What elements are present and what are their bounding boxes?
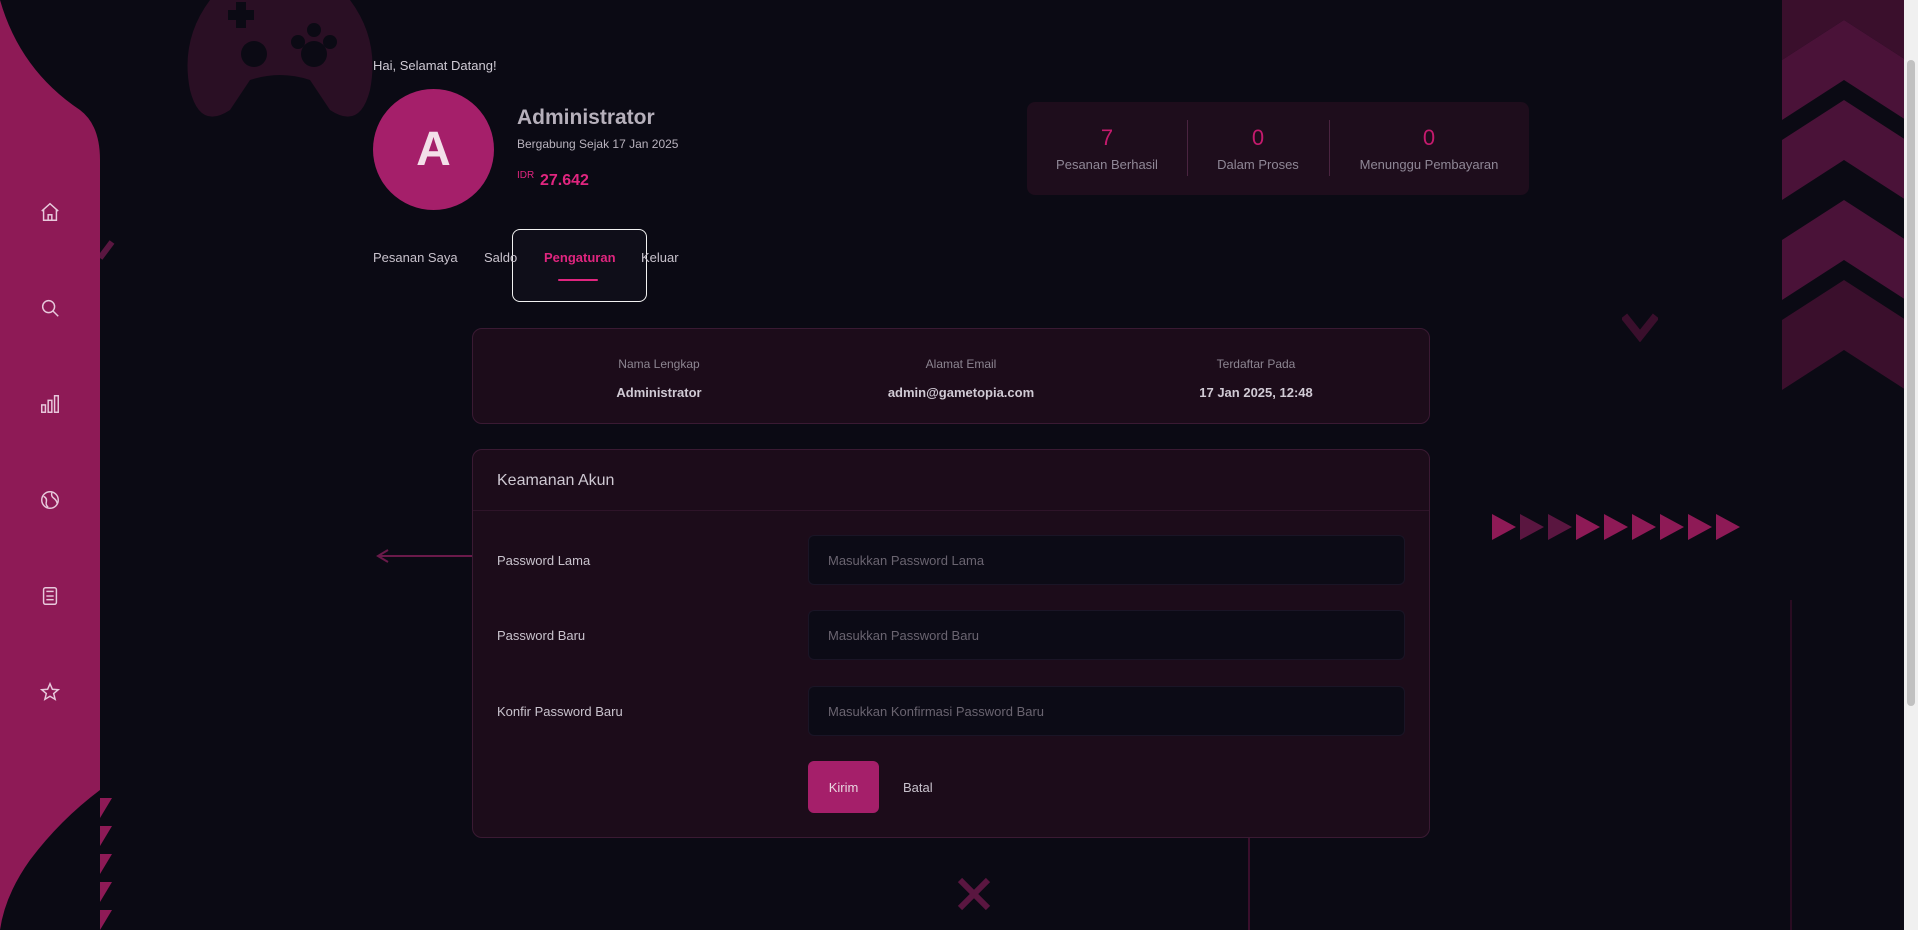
stat-value: 0 bbox=[1422, 125, 1436, 150]
nav-search-icon[interactable] bbox=[34, 292, 66, 324]
tab-balance[interactable]: Saldo bbox=[484, 250, 517, 265]
sidebar bbox=[0, 0, 100, 930]
info-registered-at: Terdaftar Pada 17 Jan 2025, 12:48 bbox=[1126, 357, 1386, 400]
stat-label: Pesanan Berhasil bbox=[1056, 157, 1158, 172]
section-title: Keamanan Akun bbox=[497, 472, 615, 489]
nav-globe-icon[interactable] bbox=[34, 484, 66, 516]
sidebar-background bbox=[0, 0, 100, 930]
avatar: A bbox=[373, 89, 494, 210]
triangle-row-decoration-icon bbox=[1492, 514, 1740, 540]
tab-logout[interactable]: Keluar bbox=[641, 250, 679, 265]
balance-value: 27.642 bbox=[540, 172, 589, 189]
new-password-label: Password Baru bbox=[497, 628, 586, 643]
info-full-name: Nama Lengkap Administrator bbox=[529, 357, 789, 400]
joined-date: Bergabung Sejak 17 Jan 2025 bbox=[517, 137, 679, 151]
account-info-card: Nama Lengkap Administrator Alamat Email … bbox=[472, 328, 1430, 424]
cross-decoration-icon bbox=[957, 877, 991, 911]
confirm-password-label: Konfir Password Baru bbox=[497, 704, 623, 719]
nav-calculator-icon[interactable] bbox=[34, 580, 66, 612]
info-value: admin@gametopia.com bbox=[887, 385, 1035, 400]
stat-in-process: 0 Dalam Proses bbox=[1187, 102, 1329, 195]
cancel-button[interactable]: Batal bbox=[893, 761, 943, 813]
stat-successful-orders: 7 Pesanan Berhasil bbox=[1027, 102, 1187, 195]
tab-settings[interactable]: Pengaturan bbox=[544, 250, 616, 265]
gamepad-decoration-icon bbox=[187, 0, 373, 117]
info-value: Administrator bbox=[616, 385, 702, 400]
vertical-line-decoration-right bbox=[1790, 600, 1792, 930]
greeting-text: Hai, Selamat Datang! bbox=[373, 58, 497, 73]
stat-awaiting-payment: 0 Menunggu Pembayaran bbox=[1329, 102, 1529, 195]
balance-currency: IDR bbox=[517, 170, 535, 181]
stat-label: Menunggu Pembayaran bbox=[1359, 157, 1499, 172]
arrow-line-decoration-icon bbox=[376, 549, 476, 563]
nav-bar-chart-icon[interactable] bbox=[34, 388, 66, 420]
info-value: 17 Jan 2025, 12:48 bbox=[1199, 385, 1313, 400]
old-password-input[interactable] bbox=[808, 535, 1405, 585]
info-label: Terdaftar Pada bbox=[1216, 357, 1296, 371]
section-divider bbox=[473, 510, 1429, 511]
heart-decoration-icon bbox=[1622, 313, 1658, 342]
account-security-card: Keamanan Akun Password Lama Password Bar… bbox=[472, 449, 1430, 838]
active-tab-indicator bbox=[558, 279, 598, 281]
stat-label: Dalam Proses bbox=[1217, 157, 1299, 172]
submit-button[interactable]: Kirim bbox=[808, 761, 879, 813]
info-label: Nama Lengkap bbox=[618, 357, 700, 371]
tab-my-orders[interactable]: Pesanan Saya bbox=[373, 250, 458, 265]
nav-star-icon[interactable] bbox=[34, 676, 66, 708]
info-email: Alamat Email admin@gametopia.com bbox=[831, 357, 1091, 400]
new-password-input[interactable] bbox=[808, 610, 1405, 660]
tab-focus-ring bbox=[512, 229, 647, 302]
order-stats-card: 7 Pesanan Berhasil 0 Dalam Proses 0 Menu… bbox=[1027, 102, 1529, 195]
page-scrollbar[interactable] bbox=[1904, 0, 1918, 930]
stat-value: 7 bbox=[1100, 125, 1114, 150]
nav-home-icon[interactable] bbox=[34, 196, 66, 228]
chevron-pattern-decoration-icon bbox=[1782, 0, 1906, 390]
info-label: Alamat Email bbox=[925, 357, 997, 371]
user-name: Administrator bbox=[517, 106, 655, 129]
scrollbar-thumb[interactable] bbox=[1907, 60, 1915, 706]
old-password-label: Password Lama bbox=[497, 553, 591, 568]
stat-value: 0 bbox=[1251, 125, 1265, 150]
vertical-line-decoration bbox=[1248, 838, 1250, 930]
confirm-password-input[interactable] bbox=[808, 686, 1405, 736]
